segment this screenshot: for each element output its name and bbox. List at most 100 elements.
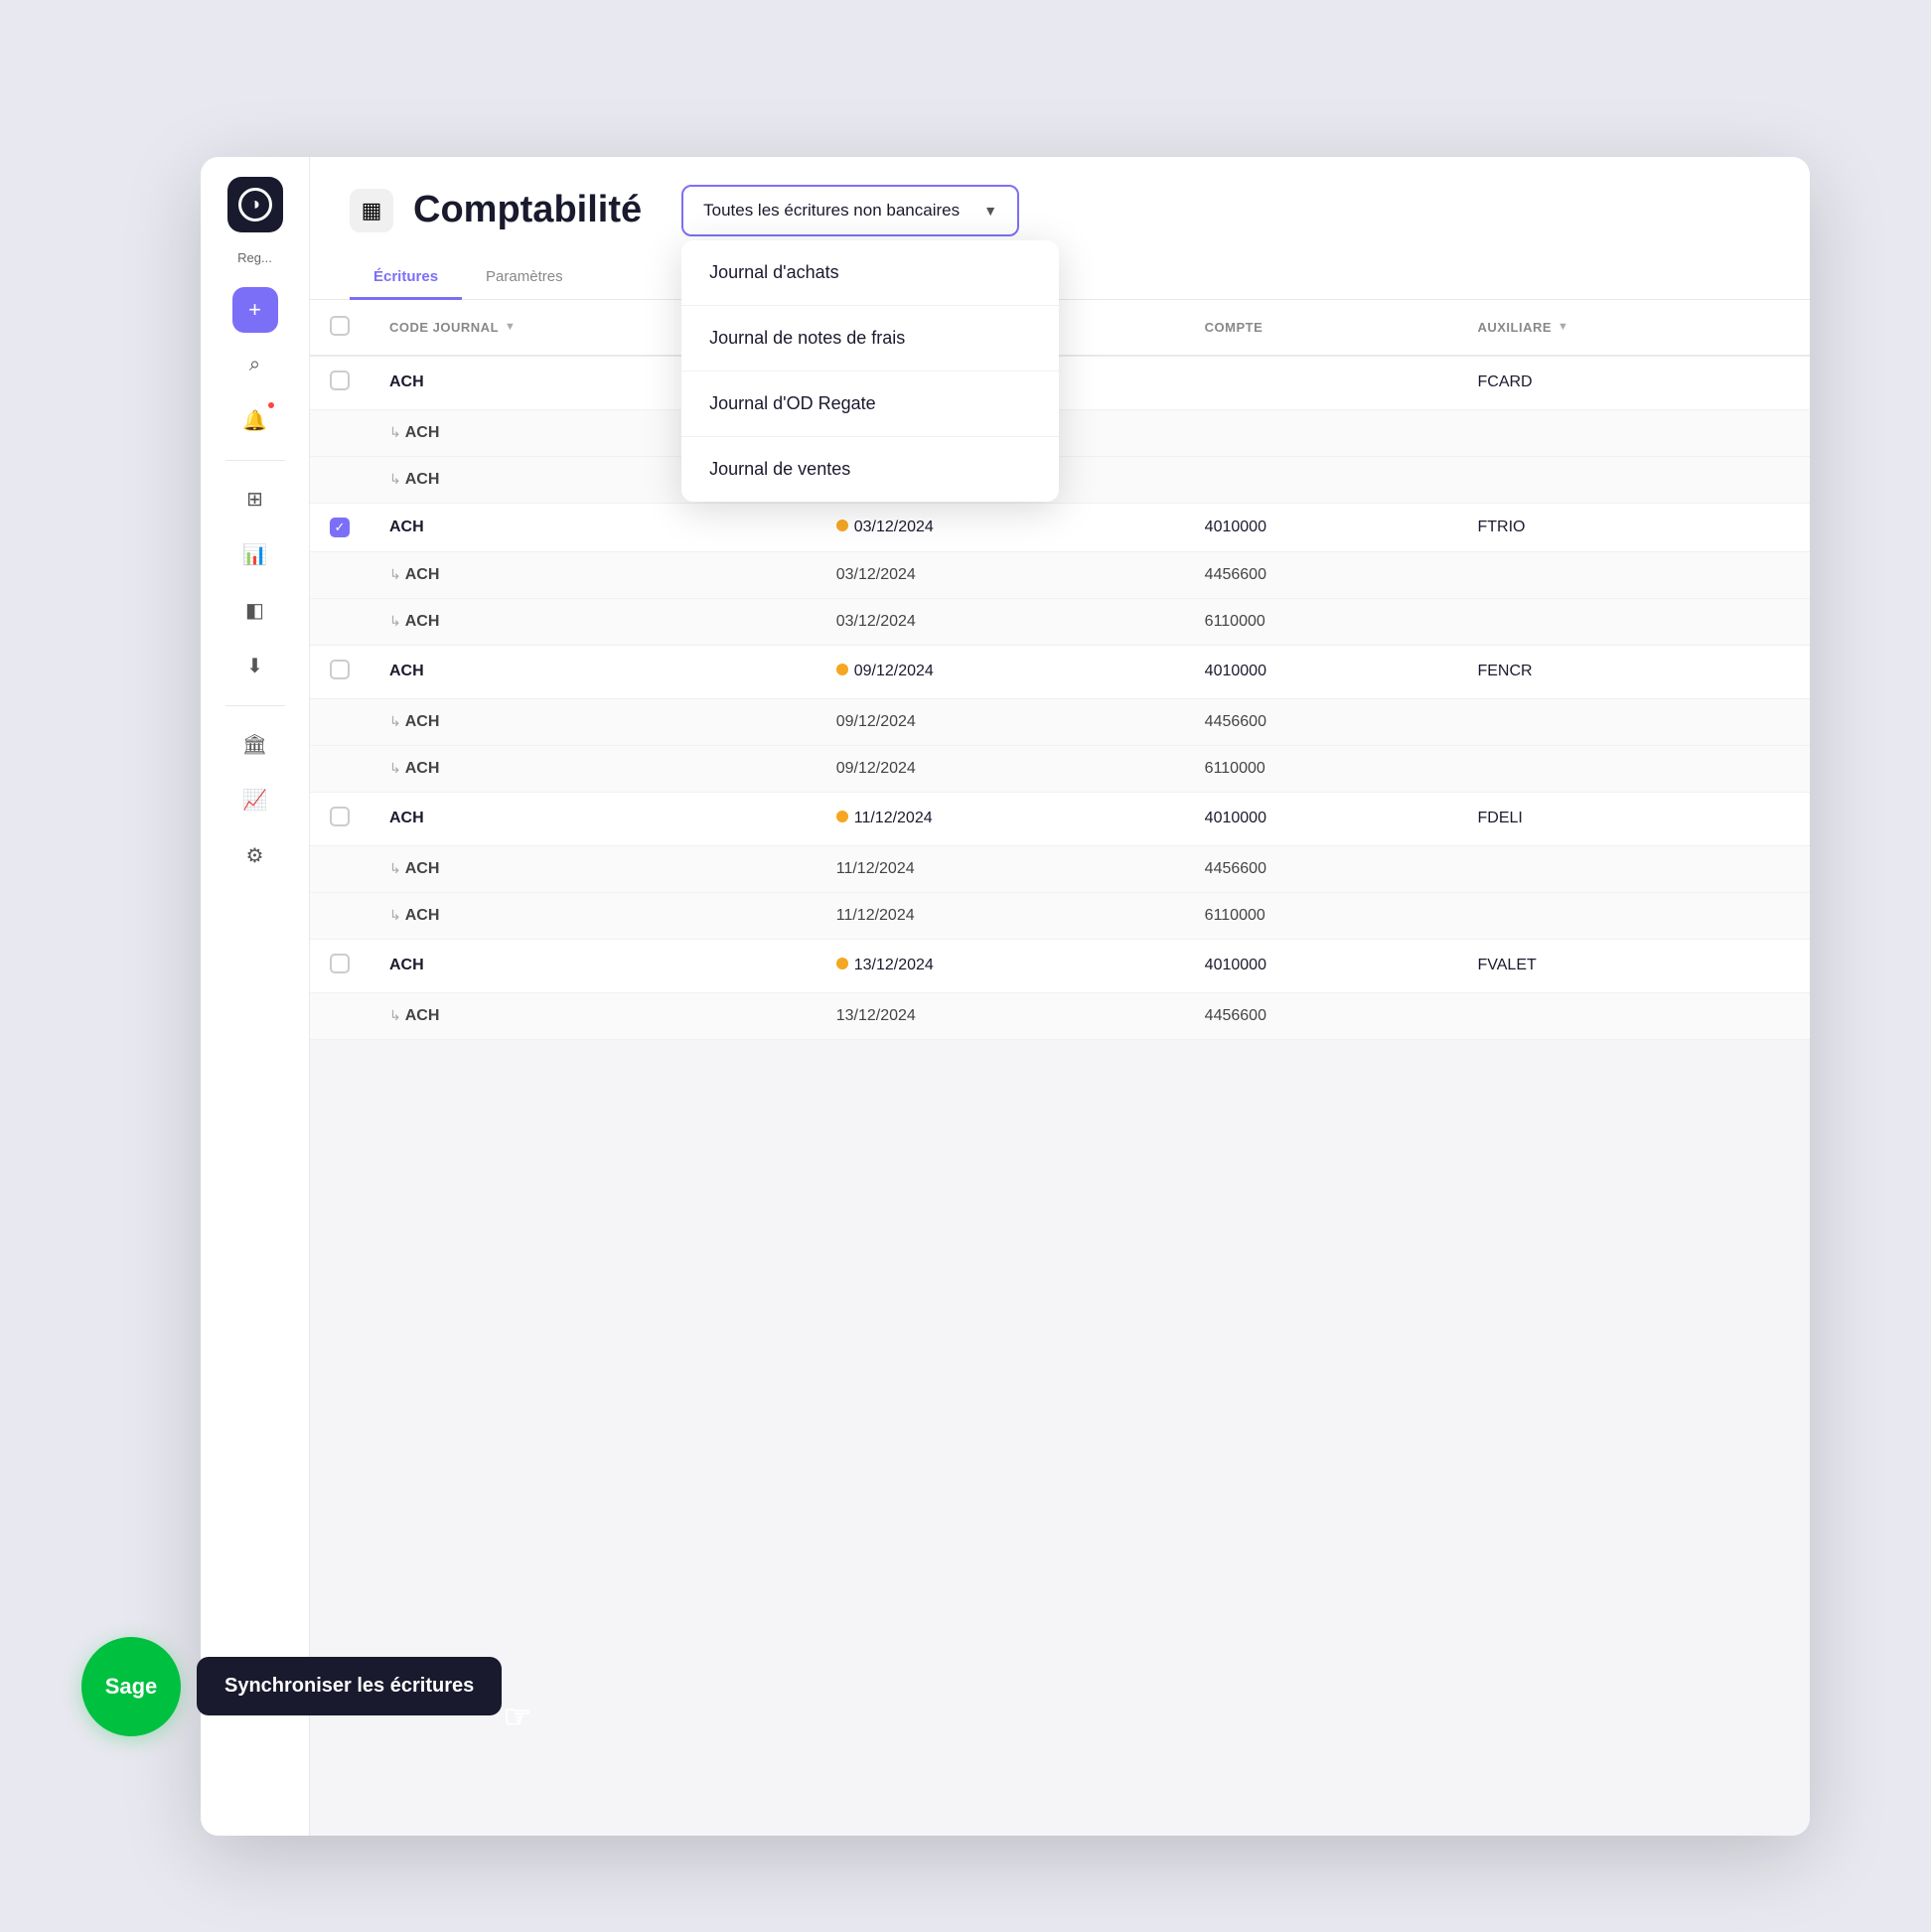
- row-date: 13/12/2024: [817, 992, 1185, 1039]
- sidebar-item-charts[interactable]: 📊: [232, 532, 278, 578]
- row-checkbox-cell: [310, 356, 370, 410]
- sidebar: ◑ Reg... + ⌕ 🔔 ⊞ 📊 ◧: [201, 157, 310, 1836]
- row-journal: ACH: [370, 939, 817, 992]
- table-row: ↳ACH03/12/20244456600: [310, 551, 1810, 598]
- row-compte: 4010000: [1185, 645, 1458, 698]
- col-compte[interactable]: COMPTE: [1185, 300, 1458, 356]
- sidebar-item-settings[interactable]: ⚙: [232, 833, 278, 879]
- sort-code-journal-icon: ▼: [505, 321, 516, 333]
- row-journal: ACH: [370, 645, 817, 698]
- row-compte: 6110000: [1185, 745, 1458, 792]
- row-auxiliaire: [1457, 745, 1810, 792]
- journal-code: ACH: [405, 1007, 440, 1024]
- app-logo: ◑: [227, 177, 283, 232]
- row-compte: 6110000: [1185, 892, 1458, 939]
- col-code-journal-label: CODE JOURNAL: [389, 320, 499, 335]
- sidebar-divider-2: [225, 705, 285, 706]
- row-compte: 4456600: [1185, 845, 1458, 892]
- table-row: ↳ACH03/12/20246110000: [310, 598, 1810, 645]
- row-checkbox-cell: [310, 939, 370, 992]
- row-journal: ACH: [370, 503, 817, 551]
- filter-dropdown-button[interactable]: Toutes les écritures non bancaires ▼: [681, 185, 1019, 236]
- filter-dropdown[interactable]: Toutes les écritures non bancaires ▼ Jou…: [681, 185, 1019, 236]
- filter-option-notes[interactable]: Journal de notes de frais: [681, 306, 1059, 372]
- row-checkbox-cell: [310, 645, 370, 698]
- filter-option-ventes[interactable]: Journal de ventes: [681, 437, 1059, 502]
- sidebar-item-download[interactable]: ⬇: [232, 644, 278, 689]
- row-checkbox-cell: [310, 698, 370, 745]
- search-icon: ⌕: [249, 354, 260, 376]
- dashboard-icon: ⊞: [246, 487, 263, 512]
- row-checkbox-cell: [310, 409, 370, 456]
- row-auxiliaire: [1457, 551, 1810, 598]
- sidebar-item-search[interactable]: ⌕: [232, 343, 278, 388]
- layers-icon: ◧: [245, 598, 264, 623]
- page-icon: ▦: [350, 189, 393, 232]
- row-date: 11/12/2024: [817, 792, 1185, 845]
- filter-option-od[interactable]: Journal d'OD Regate: [681, 372, 1059, 437]
- sidebar-item-bank[interactable]: 🏛: [232, 722, 278, 768]
- tab-ecritures[interactable]: Écritures: [350, 256, 462, 300]
- row-date: 13/12/2024: [817, 939, 1185, 992]
- sub-row-arrow-icon: ↳: [389, 713, 401, 729]
- main-window: ◑ Reg... + ⌕ 🔔 ⊞ 📊 ◧: [201, 157, 1810, 1836]
- table-row: ↳ACH 11/12/20244456600: [310, 845, 1810, 892]
- row-journal: ↳ACH: [370, 551, 817, 598]
- header-top: ▦ Comptabilité Toutes les écritures non …: [350, 185, 1770, 236]
- journal-code: ACH: [389, 957, 424, 973]
- sidebar-item-dashboard[interactable]: ⊞: [232, 477, 278, 522]
- download-icon: ⬇: [246, 654, 263, 678]
- row-checkbox[interactable]: [330, 371, 350, 390]
- journal-code: ACH: [405, 907, 440, 924]
- col-compte-label: COMPTE: [1205, 320, 1263, 335]
- row-date: 11/12/2024: [817, 892, 1185, 939]
- journal-code: ACH: [405, 860, 440, 877]
- row-checkbox[interactable]: [330, 660, 350, 679]
- journal-code: ACH: [405, 713, 440, 730]
- row-checkbox-cell: [310, 598, 370, 645]
- row-journal: ↳ACH: [370, 598, 817, 645]
- sage-logo: Sage: [81, 1637, 181, 1736]
- row-date: 11/12/2024: [817, 845, 1185, 892]
- journal-code: ACH: [389, 663, 424, 679]
- table-row: ACHFCARD: [310, 356, 1810, 410]
- sub-row-arrow-icon: ↳: [389, 760, 401, 776]
- table-row: ↳ACH13/12/20244456600: [310, 992, 1810, 1039]
- sidebar-item-notifications[interactable]: 🔔: [232, 398, 278, 444]
- sage-tooltip[interactable]: Synchroniser les écritures ☞: [197, 1657, 502, 1715]
- row-compte: 4010000: [1185, 792, 1458, 845]
- journal-code: ACH: [405, 424, 440, 441]
- row-date: 09/12/2024: [817, 698, 1185, 745]
- col-select: [310, 300, 370, 356]
- row-auxiliaire: [1457, 409, 1810, 456]
- reports-icon: 📈: [242, 788, 267, 813]
- row-checkbox[interactable]: [330, 954, 350, 973]
- row-compte: 4010000: [1185, 939, 1458, 992]
- page-title: Comptabilité: [413, 189, 642, 231]
- row-auxiliaire: FENCR: [1457, 645, 1810, 698]
- sub-row-arrow-icon: ↳: [389, 1007, 401, 1023]
- row-auxiliaire: [1457, 598, 1810, 645]
- table-row: ↳ACH: [310, 409, 1810, 456]
- row-date: 09/12/2024: [817, 745, 1185, 792]
- row-checkbox[interactable]: [330, 807, 350, 826]
- sidebar-item-reports[interactable]: 📈: [232, 778, 278, 823]
- charts-icon: 📊: [242, 542, 267, 567]
- sidebar-item-add[interactable]: +: [232, 287, 278, 333]
- sidebar-item-layers[interactable]: ◧: [232, 588, 278, 634]
- filter-option-achats[interactable]: Journal d'achats: [681, 240, 1059, 306]
- row-journal: ↳ACH: [370, 992, 817, 1039]
- row-date: 09/12/2024: [817, 645, 1185, 698]
- sub-row-arrow-icon: ↳: [389, 613, 401, 629]
- sage-logo-text: Sage: [105, 1674, 158, 1700]
- sage-overlay: Sage Synchroniser les écritures ☞: [81, 1637, 502, 1736]
- sub-row-arrow-icon: ↳: [389, 860, 401, 876]
- row-checkbox[interactable]: ✓: [330, 518, 350, 537]
- row-journal: ACH: [370, 792, 817, 845]
- row-checkbox-cell: [310, 745, 370, 792]
- tab-parametres[interactable]: Paramètres: [462, 256, 587, 300]
- select-all-checkbox[interactable]: [330, 316, 350, 336]
- col-auxiliaire[interactable]: AUXILIARE ▼: [1457, 300, 1810, 356]
- add-icon: +: [248, 297, 261, 323]
- col-auxiliaire-label: AUXILIARE: [1477, 320, 1552, 335]
